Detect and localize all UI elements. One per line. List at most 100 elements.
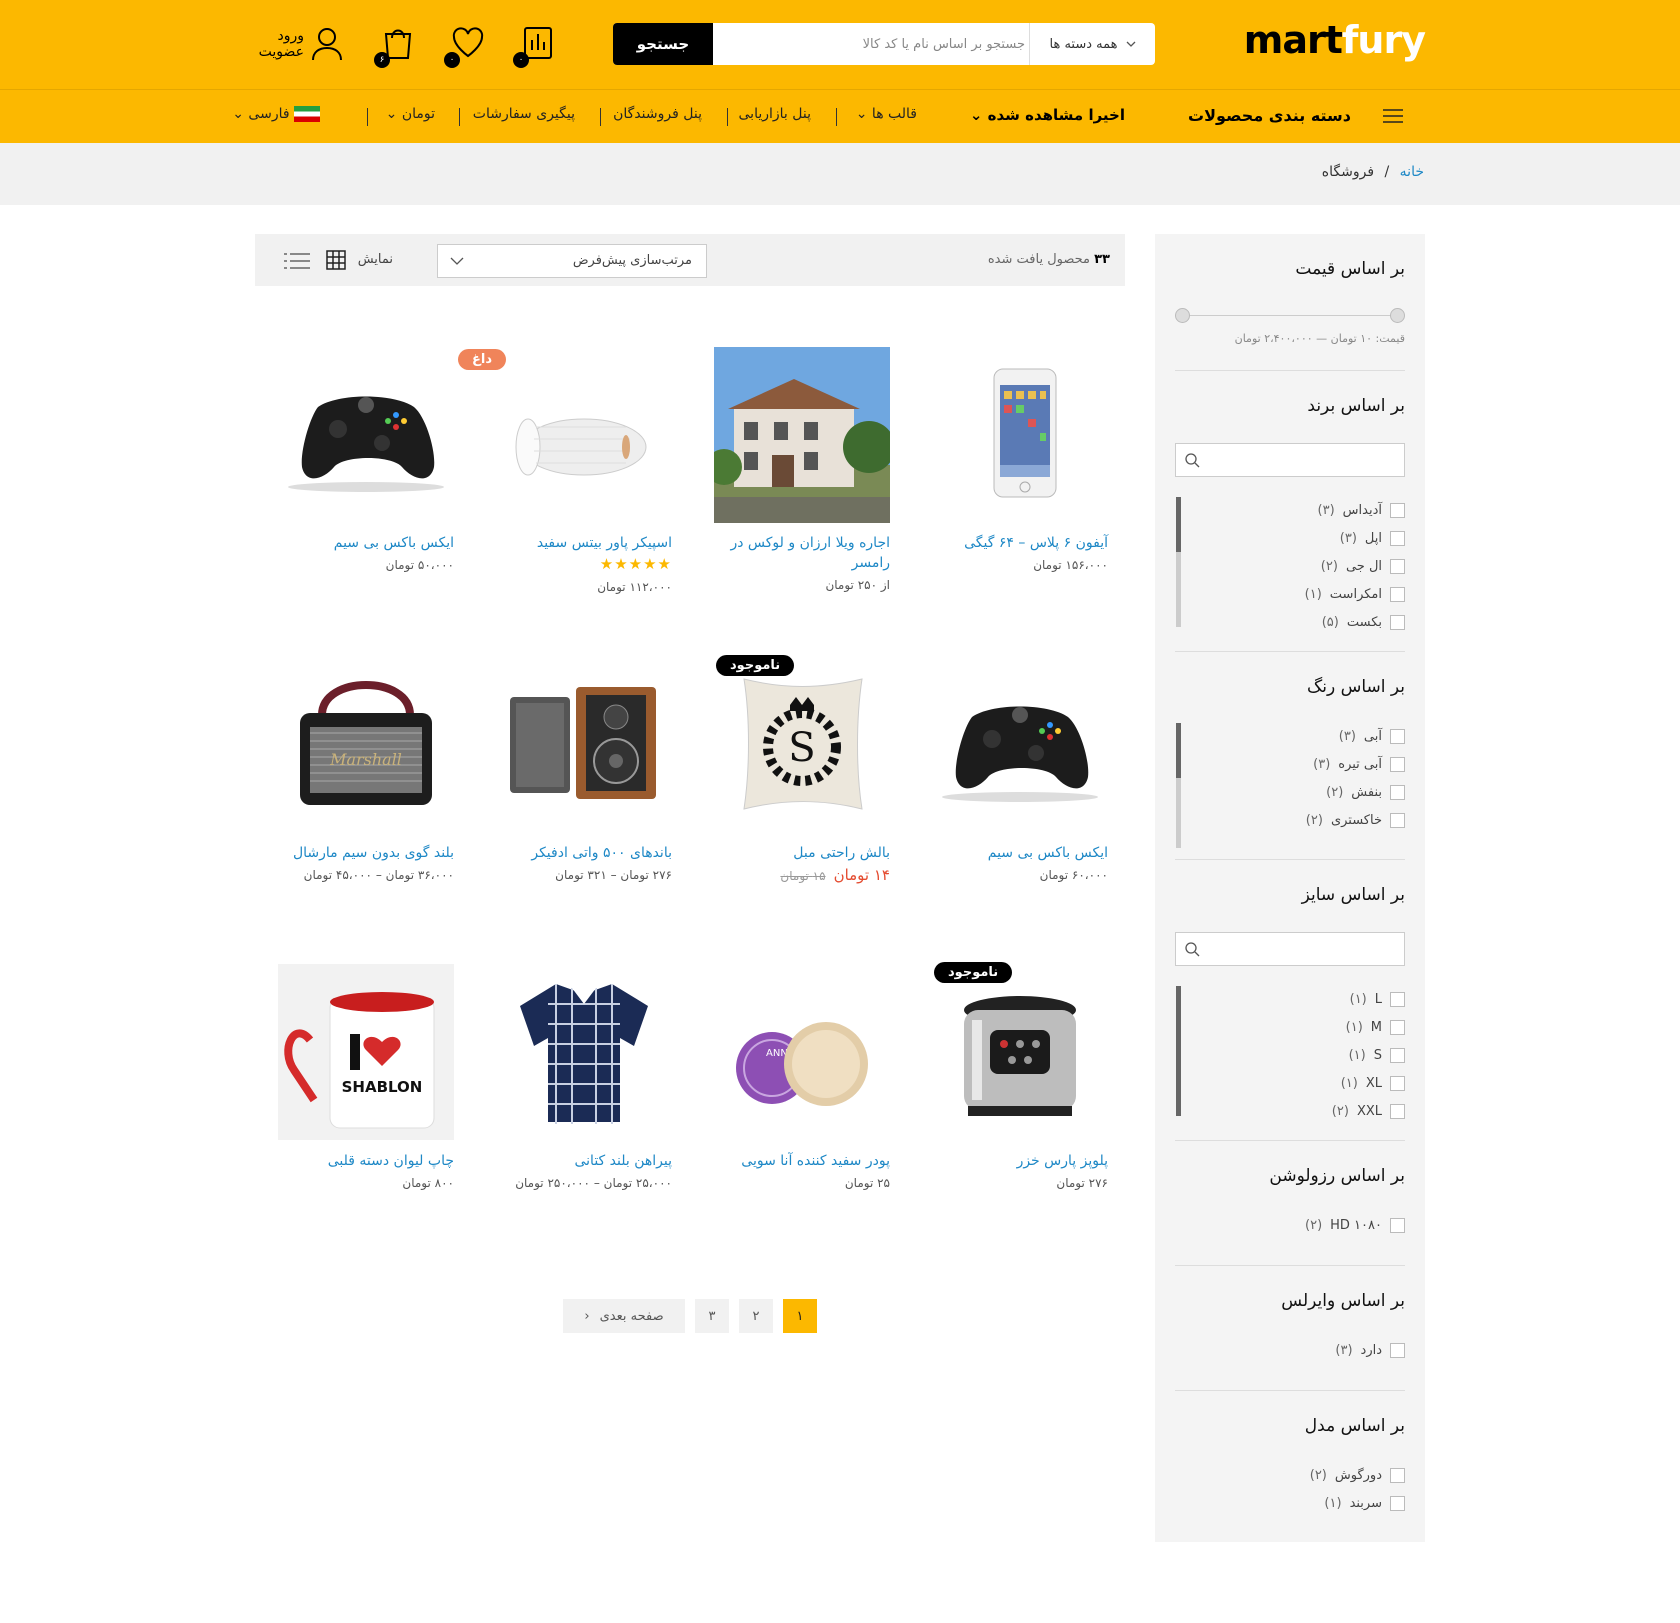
product-title[interactable]: چاپ لیوان دسته قلبی [266,1151,454,1171]
filter-option-size[interactable]: XXL (۲) [1332,1104,1405,1119]
language-select[interactable]: فارسی ⌄ [232,106,320,122]
filter-option-brand[interactable]: ال جی (۲) [1321,559,1405,574]
checkbox[interactable] [1390,559,1405,574]
menu-icon[interactable] [1383,108,1403,128]
search-button[interactable]: جستجو [613,23,713,65]
user-account[interactable] [310,26,344,66]
checkbox[interactable] [1390,1020,1405,1035]
filter-option-color[interactable]: آبی (۳) [1339,729,1405,744]
checkbox[interactable] [1390,813,1405,828]
product-image[interactable]: ANNA [714,964,890,1140]
login-link[interactable]: ورود [254,28,304,44]
product-image[interactable] [932,964,1108,1140]
checkbox[interactable] [1390,785,1405,800]
product-title[interactable]: پیراهن بلند کتانی [484,1151,672,1171]
checkbox[interactable] [1390,1343,1405,1358]
sort-select-label: مرتب‌سازی پیش‌فرض [572,253,692,268]
filter-option-size[interactable]: XL (۱) [1341,1076,1405,1091]
grid-view-button[interactable] [326,250,346,274]
filter-option-brand[interactable]: بکست (۵) [1322,615,1405,630]
checkbox[interactable] [1390,1048,1405,1063]
filter-option-count: (۱) [1324,1496,1342,1511]
product-image[interactable] [278,347,454,523]
price-slider-min-handle[interactable] [1175,308,1190,323]
product-image[interactable]: SHABLON [278,964,454,1140]
filter-option-brand[interactable]: آدیداس (۳) [1318,503,1405,518]
checkbox[interactable] [1390,531,1405,546]
search-input[interactable] [713,23,1043,65]
nav-marketing[interactable]: پنل بازاریابی [739,106,811,122]
checkbox[interactable] [1390,1104,1405,1119]
checkbox[interactable] [1390,1076,1405,1091]
filter-option-wireless[interactable]: دارد (۳) [1335,1343,1405,1358]
pagination-next[interactable]: صفحه بعدی ‹ [563,1299,685,1333]
product-image[interactable] [496,347,672,523]
filter-option-resolution[interactable]: HD ۱۰۸۰ (۲) [1305,1218,1405,1233]
product-title[interactable]: باندهای ۵۰۰ واتی ادفیکر [484,843,672,863]
list-view-button[interactable] [284,252,310,274]
checkbox[interactable] [1390,1218,1405,1233]
product-title[interactable]: آیفون ۶ پلاس – ۶۴ گیگی [920,533,1108,553]
color-scroll-thumb[interactable] [1176,723,1181,778]
filter-option-brand[interactable]: امکراست (۱) [1305,587,1405,602]
product-image[interactable]: Marshall [278,657,454,833]
product-title[interactable]: ایکس باکس بی سیم [266,533,454,553]
iran-flag-icon [294,106,320,122]
filter-option-size[interactable]: M (۱) [1346,1020,1405,1035]
product-image[interactable] [496,964,672,1140]
product-title[interactable]: پودر سفید کننده آنا سویی [702,1151,890,1171]
register-link[interactable]: عضویت [254,44,304,60]
site-logo[interactable]: martfury [1244,18,1426,62]
currency-select[interactable]: تومان ⌄ [386,106,435,122]
brand-search-input[interactable] [1175,443,1405,477]
size-scroll-thumb[interactable] [1176,986,1181,1116]
product-title[interactable]: بلند گوی بدون سیم مارشال [266,843,454,863]
product-title[interactable]: ایکس باکس بی سیم [920,843,1108,863]
filter-option-color[interactable]: بنفش (۲) [1326,785,1405,800]
cart-button[interactable]: ۶ [374,22,422,68]
product-price: ۵۰،۰۰۰ تومان [385,558,454,572]
product-image[interactable]: S [714,657,890,833]
checkbox[interactable] [1390,757,1405,772]
product-image[interactable] [706,347,895,523]
nav-order-tracking[interactable]: پیگیری سفارشات [473,106,575,122]
checkbox[interactable] [1390,503,1405,518]
filter-option-color[interactable]: آبی تیره (۳) [1313,757,1405,772]
filter-option-model[interactable]: سربند (۱) [1324,1496,1405,1511]
wishlist-button[interactable]: ۰ [444,22,492,68]
brand-scroll-thumb[interactable] [1176,497,1181,552]
filter-option-size[interactable]: S (۱) [1349,1048,1405,1063]
checkbox[interactable] [1390,587,1405,602]
nav-templates[interactable]: قالب ها ⌄ [856,106,917,122]
filter-option-color[interactable]: خاکستری (۲) [1306,813,1405,828]
checkbox[interactable] [1390,992,1405,1007]
product-image[interactable] [496,657,672,833]
checkbox[interactable] [1390,615,1405,630]
recently-viewed-menu[interactable]: اخیرا مشاهده شده ⌄ [970,106,1125,124]
checkbox[interactable] [1390,1496,1405,1511]
product-image[interactable] [932,347,1108,523]
filter-option-label: آبی تیره [1338,757,1382,772]
pagination-page-2[interactable]: ۲ [739,1299,773,1333]
product-image[interactable] [932,657,1108,833]
categories-menu[interactable]: دسته بندی محصولات [1188,106,1351,125]
next-page-label: صفحه بعدی [599,1308,664,1324]
product-title[interactable]: بالش راحتی مبل [702,843,890,863]
compare-button[interactable]: ۰ [513,22,561,68]
checkbox[interactable] [1390,1468,1405,1483]
filter-option-size[interactable]: L (۱) [1350,992,1405,1007]
nav-vendors[interactable]: پنل فروشندگان [613,106,702,122]
size-search-input[interactable] [1175,932,1405,966]
pagination-page-1[interactable]: ۱ [783,1299,817,1333]
product-title[interactable]: پلوپز پارس خزر [920,1151,1108,1171]
filter-option-brand[interactable]: اپل (۳) [1340,531,1405,546]
checkbox[interactable] [1390,729,1405,744]
price-slider-max-handle[interactable] [1390,308,1405,323]
pagination-page-3[interactable]: ۳ [695,1299,729,1333]
product-title[interactable]: اجاره ویلا ارزان و لوکس در رامسر [702,533,890,573]
filter-option-model[interactable]: دورگوش (۲) [1310,1468,1405,1483]
sort-select[interactable]: مرتب‌سازی پیش‌فرض [437,244,707,278]
breadcrumb-home[interactable]: خانه [1400,164,1424,180]
category-select[interactable]: همه دسته ها [1029,23,1155,65]
product-title[interactable]: اسپیکر پاور بیتس سفید [484,533,672,553]
